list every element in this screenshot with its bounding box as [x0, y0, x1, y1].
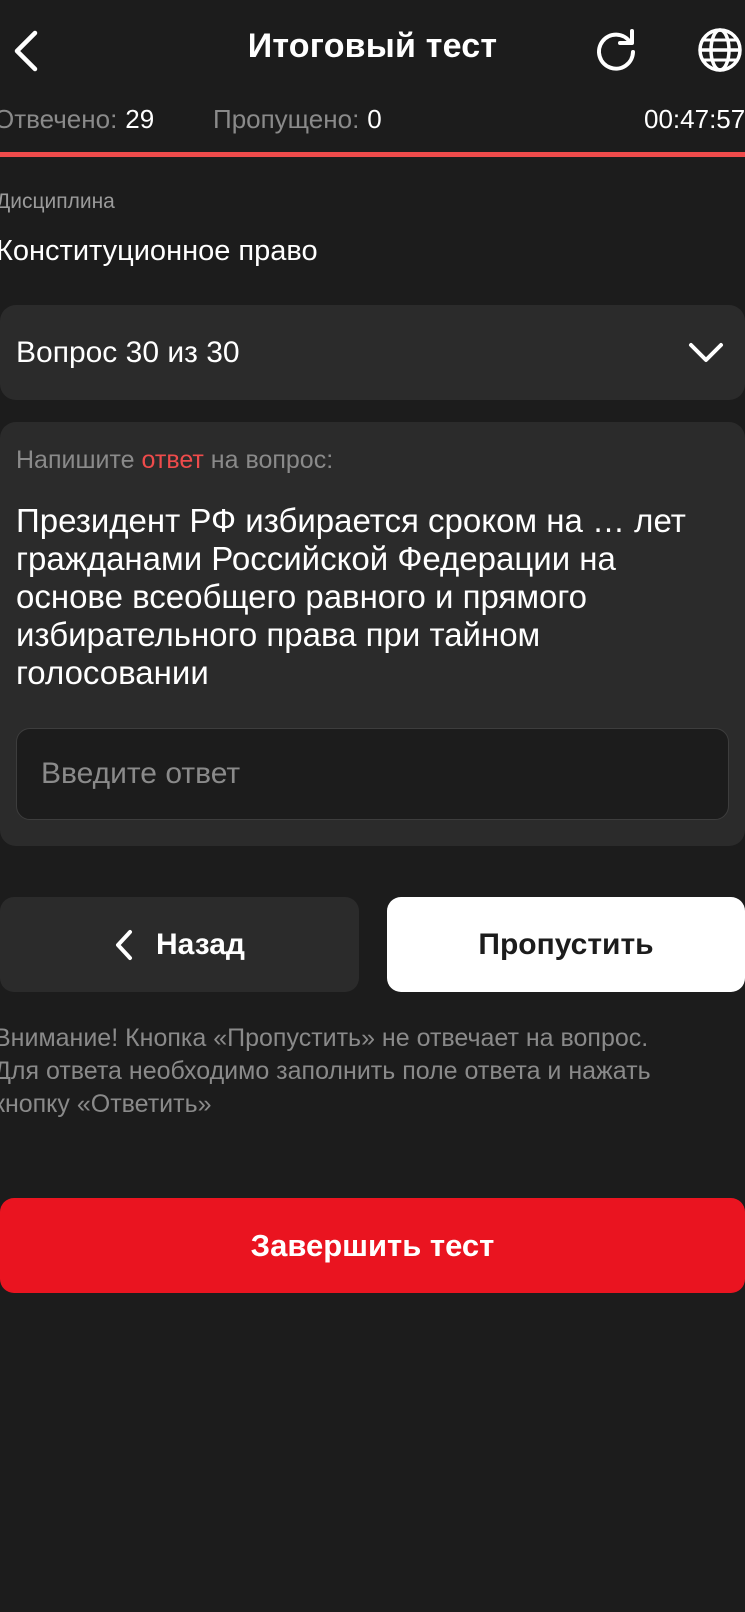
previous-question-label: Назад [156, 927, 245, 961]
finish-test-button[interactable]: Завершить тест [0, 1198, 745, 1293]
skip-button[interactable]: Пропустить [387, 897, 745, 992]
answer-input[interactable] [16, 728, 729, 820]
language-button[interactable] [694, 24, 745, 76]
discipline-value: Конституционное право [0, 235, 318, 267]
warning-line-2: Для ответа необходимо заполнить поле отв… [0, 1057, 651, 1085]
refresh-icon [597, 29, 635, 71]
discipline-label: Дисциплина [0, 190, 115, 213]
skip-label: Пропустить [478, 927, 654, 961]
test-stats: Отвечено: 29 Пропущено: 0 00:47:57 [0, 104, 745, 140]
skipped-stat: Пропущено: 0 [213, 104, 382, 135]
question-selector[interactable]: Вопрос 30 из 30 [0, 305, 745, 400]
top-bar: Итоговый тест [0, 0, 745, 100]
prompt-text-start: Напишите [16, 446, 142, 474]
question-prompt: Напишите ответ на вопрос: [16, 446, 333, 475]
globe-icon [698, 28, 742, 72]
warning-line-1: Внимание! Кнопка «Пропустить» не отвечае… [0, 1024, 649, 1052]
answered-count: 29 [125, 104, 155, 134]
question-selector-label: Вопрос 30 из 30 [16, 336, 240, 369]
timer: 00:47:57 [644, 104, 745, 134]
warning-line-3: кнопку «Ответить» [0, 1090, 212, 1118]
finish-test-label: Завершить тест [250, 1227, 495, 1263]
previous-question-button[interactable]: Назад [0, 897, 359, 992]
chevron-left-icon [114, 929, 134, 961]
chevron-down-icon [689, 343, 723, 362]
skipped-count: 0 [367, 104, 382, 134]
question-text: Президент РФ избирается сроком на … лет … [16, 502, 686, 691]
question-card: Напишите ответ на вопрос: Президент РФ и… [0, 422, 745, 846]
prompt-accent: ответ [141, 446, 204, 474]
answered-stat: Отвечено: 29 [0, 104, 154, 135]
answered-label: Отвечено: [0, 104, 118, 134]
progress-fill [0, 152, 745, 157]
refresh-button[interactable] [590, 24, 642, 76]
skip-warning: Внимание! Кнопка «Пропустить» не отвечае… [0, 1022, 745, 1121]
progress-bar [0, 152, 745, 157]
skipped-label: Пропущено: [213, 104, 360, 134]
test-screen: Итоговый тест Отвечено: 29 Пропущено: 0 00… [0, 0, 745, 1612]
prompt-text-end: на вопрос: [203, 446, 334, 474]
